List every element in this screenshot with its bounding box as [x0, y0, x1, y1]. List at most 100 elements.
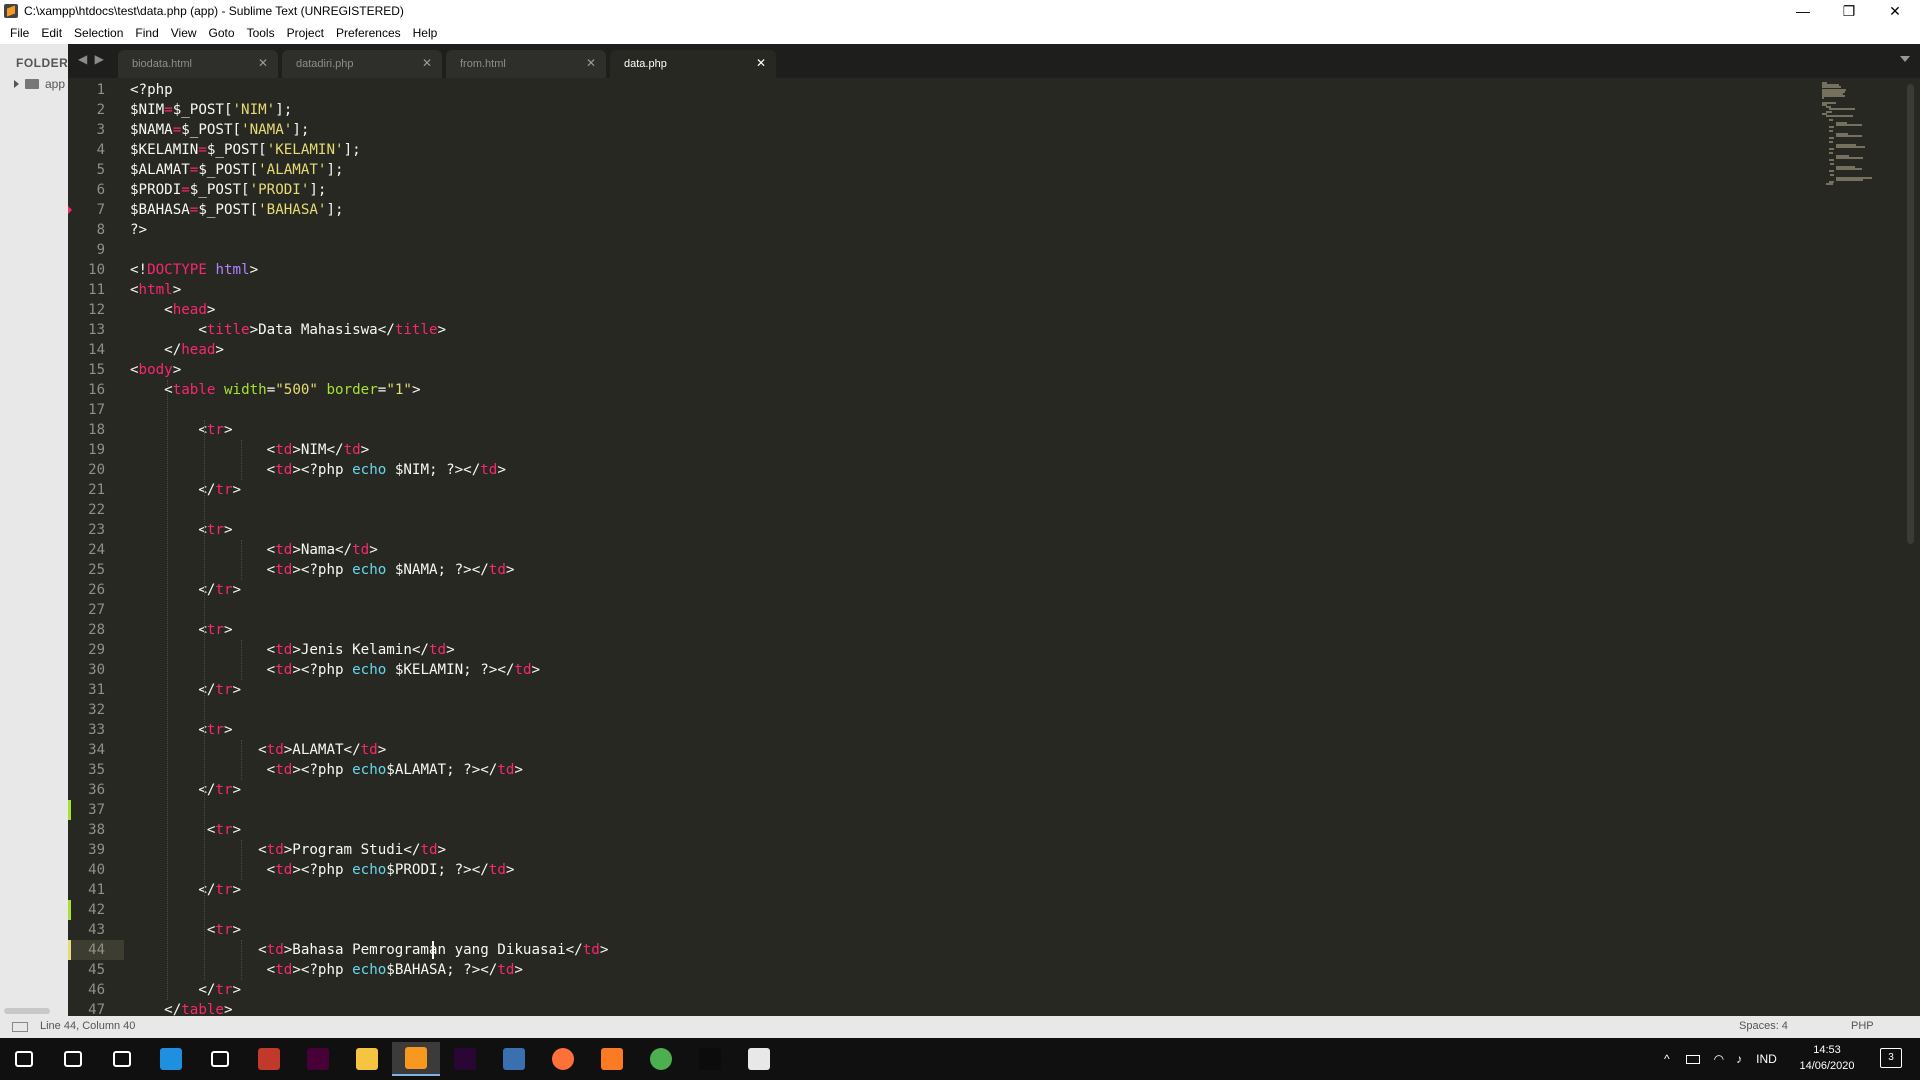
firefox-taskbar-button[interactable] [539, 1042, 587, 1076]
code-line[interactable]: <html> [130, 280, 181, 300]
code-line[interactable]: <td><?php echo $KELAMIN; ?></td> [130, 660, 540, 680]
vertical-scrollbar[interactable] [1907, 84, 1914, 544]
code-line[interactable]: </head> [130, 340, 224, 360]
menu-edit[interactable]: Edit [35, 26, 68, 40]
sidebar-scrollbar[interactable] [4, 1008, 50, 1014]
close-button[interactable]: ✕ [1872, 0, 1918, 22]
mail-taskbar-button[interactable] [196, 1042, 244, 1076]
edge-taskbar-button[interactable] [147, 1042, 195, 1076]
code-line[interactable]: <td><?php echo $NIM; ?></td> [130, 460, 506, 480]
battery-icon[interactable] [1685, 1054, 1700, 1064]
code-line[interactable]: <td>ALAMAT</td> [130, 740, 386, 760]
xampp-taskbar-button[interactable] [588, 1042, 636, 1076]
code-line[interactable]: <td>Bahasa Pemrograman yang Dikuasai</td… [130, 940, 608, 960]
code-token: > [232, 822, 242, 838]
code-line[interactable]: <td>NIM</td> [130, 440, 370, 460]
code-line[interactable]: <tr> [130, 820, 241, 840]
code-line[interactable]: <td><?php echo$ALAMAT; ?></td> [130, 760, 523, 780]
tab-close-icon[interactable]: ✕ [756, 56, 766, 70]
code-line[interactable]: $BAHASA=$_POST['BAHASA']; [130, 200, 344, 220]
notification-center-icon[interactable]: 3 [1880, 1048, 1902, 1068]
menu-project[interactable]: Project [281, 26, 330, 40]
file-explorer-taskbar-button[interactable] [343, 1042, 391, 1076]
input-language[interactable]: IND [1756, 1052, 1777, 1066]
code-line[interactable]: <!DOCTYPE html> [130, 260, 258, 280]
tab-close-icon[interactable]: ✕ [422, 56, 432, 70]
code-line[interactable]: <body> [130, 360, 181, 380]
code-line[interactable]: </tr> [130, 580, 241, 600]
tab-biodata-html[interactable]: biodata.html ✕ [118, 50, 278, 78]
code-line[interactable]: </tr> [130, 880, 241, 900]
menu-help[interactable]: Help [407, 26, 444, 40]
minimize-button[interactable]: — [1780, 0, 1826, 22]
code-line[interactable]: $NAMA=$_POST['NAMA']; [130, 120, 309, 140]
code-token: > [232, 482, 242, 498]
start-taskbar-button[interactable] [0, 1042, 48, 1076]
indentation-setting[interactable]: Spaces: 4 [1739, 1020, 1788, 1032]
code-line[interactable]: <tr> [130, 720, 232, 740]
menu-tools[interactable]: Tools [241, 26, 281, 40]
menu-find[interactable]: Find [129, 26, 164, 40]
code-editor[interactable]: 1 2 3 4 5 6 7 8 9 10 11 12 13 14 15 16 17 18 19 20 21 22 23 24 2… [68, 78, 1920, 1016]
code-line[interactable]: </tr> [130, 980, 241, 1000]
syntax-setting[interactable]: PHP [1851, 1020, 1874, 1032]
code-line[interactable]: </tr> [130, 480, 241, 500]
code-line[interactable]: <tr> [130, 620, 232, 640]
minimap-line [1836, 167, 1863, 170]
code-line[interactable]: </table> [130, 1000, 232, 1016]
sidebar-folder-app[interactable]: app [14, 77, 65, 91]
tab-from-html[interactable]: from.html ✕ [446, 50, 606, 78]
code-line[interactable]: <td>Jenis Kelamin</td> [130, 640, 455, 660]
code-line[interactable]: <?php [130, 80, 173, 100]
line-number: 46 [88, 982, 105, 998]
volume-icon[interactable]: ♪ [1736, 1052, 1742, 1066]
code-line[interactable]: ?> [130, 220, 147, 240]
tab-nav-arrows-icon[interactable]: ◀ ▶ [78, 52, 106, 66]
code-line[interactable]: <td>Program Studi</td> [130, 840, 446, 860]
code-line[interactable]: <tr> [130, 920, 241, 940]
code-line[interactable]: </tr> [130, 680, 241, 700]
tab-datadiri-php[interactable]: datadiri.php ✕ [282, 50, 442, 78]
maximize-button[interactable]: ❐ [1826, 0, 1872, 22]
sublime-text-taskbar-button[interactable] [392, 1042, 440, 1076]
tab-data-php[interactable]: data.php ✕ [610, 50, 776, 78]
adobe-xd-taskbar-button[interactable] [294, 1042, 342, 1076]
code-line[interactable]: $ALAMAT=$_POST['ALAMAT']; [130, 160, 344, 180]
terminal-taskbar-button[interactable] [686, 1042, 734, 1076]
tab-close-icon[interactable]: ✕ [258, 56, 268, 70]
chrome-taskbar-button[interactable] [637, 1042, 685, 1076]
code-line[interactable]: <td><?php echo$BAHASA; ?></td> [130, 960, 523, 980]
game-app-taskbar-button[interactable] [490, 1042, 538, 1076]
code-line[interactable]: </tr> [130, 780, 241, 800]
tab-close-icon[interactable]: ✕ [586, 56, 596, 70]
menu-preferences[interactable]: Preferences [330, 26, 407, 40]
tray-chevron-icon[interactable]: ^ [1664, 1052, 1670, 1066]
paint-app-taskbar-button[interactable] [735, 1042, 783, 1076]
menu-goto[interactable]: Goto [203, 26, 241, 40]
premiere-pro-taskbar-button[interactable] [441, 1042, 489, 1076]
minimap[interactable] [1822, 78, 1882, 188]
code-line[interactable]: $NIM=$_POST['NIM']; [130, 100, 292, 120]
code-line[interactable]: <head> [130, 300, 215, 320]
code-line[interactable]: <title>Data Mahasiswa</title> [130, 320, 446, 340]
code-line[interactable]: <tr> [130, 420, 232, 440]
code-line[interactable]: $KELAMIN=$_POST['KELAMIN']; [130, 140, 361, 160]
taskbar-clock[interactable]: 14:53 14/06/2020 [1782, 1042, 1872, 1074]
car-game-taskbar-button[interactable] [245, 1042, 293, 1076]
tab-dropdown-icon[interactable] [1900, 56, 1910, 62]
code-line[interactable]: <table width="500" border="1"> [130, 380, 420, 400]
search-taskbar-button[interactable] [49, 1042, 97, 1076]
panel-toggle-icon[interactable] [12, 1022, 28, 1032]
task-view-taskbar-button[interactable] [98, 1042, 146, 1076]
minimap-line [1830, 174, 1834, 177]
folder-icon [25, 79, 39, 89]
code-line[interactable]: <td><?php echo$PRODI; ?></td> [130, 860, 515, 880]
code-line[interactable]: <tr> [130, 520, 232, 540]
menu-selection[interactable]: Selection [68, 26, 129, 40]
code-line[interactable]: <td><?php echo $NAMA; ?></td> [130, 560, 515, 580]
wifi-icon[interactable]: ◠ [1714, 1052, 1724, 1066]
menu-view[interactable]: View [165, 26, 203, 40]
menu-file[interactable]: File [4, 26, 35, 40]
expand-arrow-icon[interactable] [14, 80, 19, 88]
code-line[interactable]: $PRODI=$_POST['PRODI']; [130, 180, 326, 200]
